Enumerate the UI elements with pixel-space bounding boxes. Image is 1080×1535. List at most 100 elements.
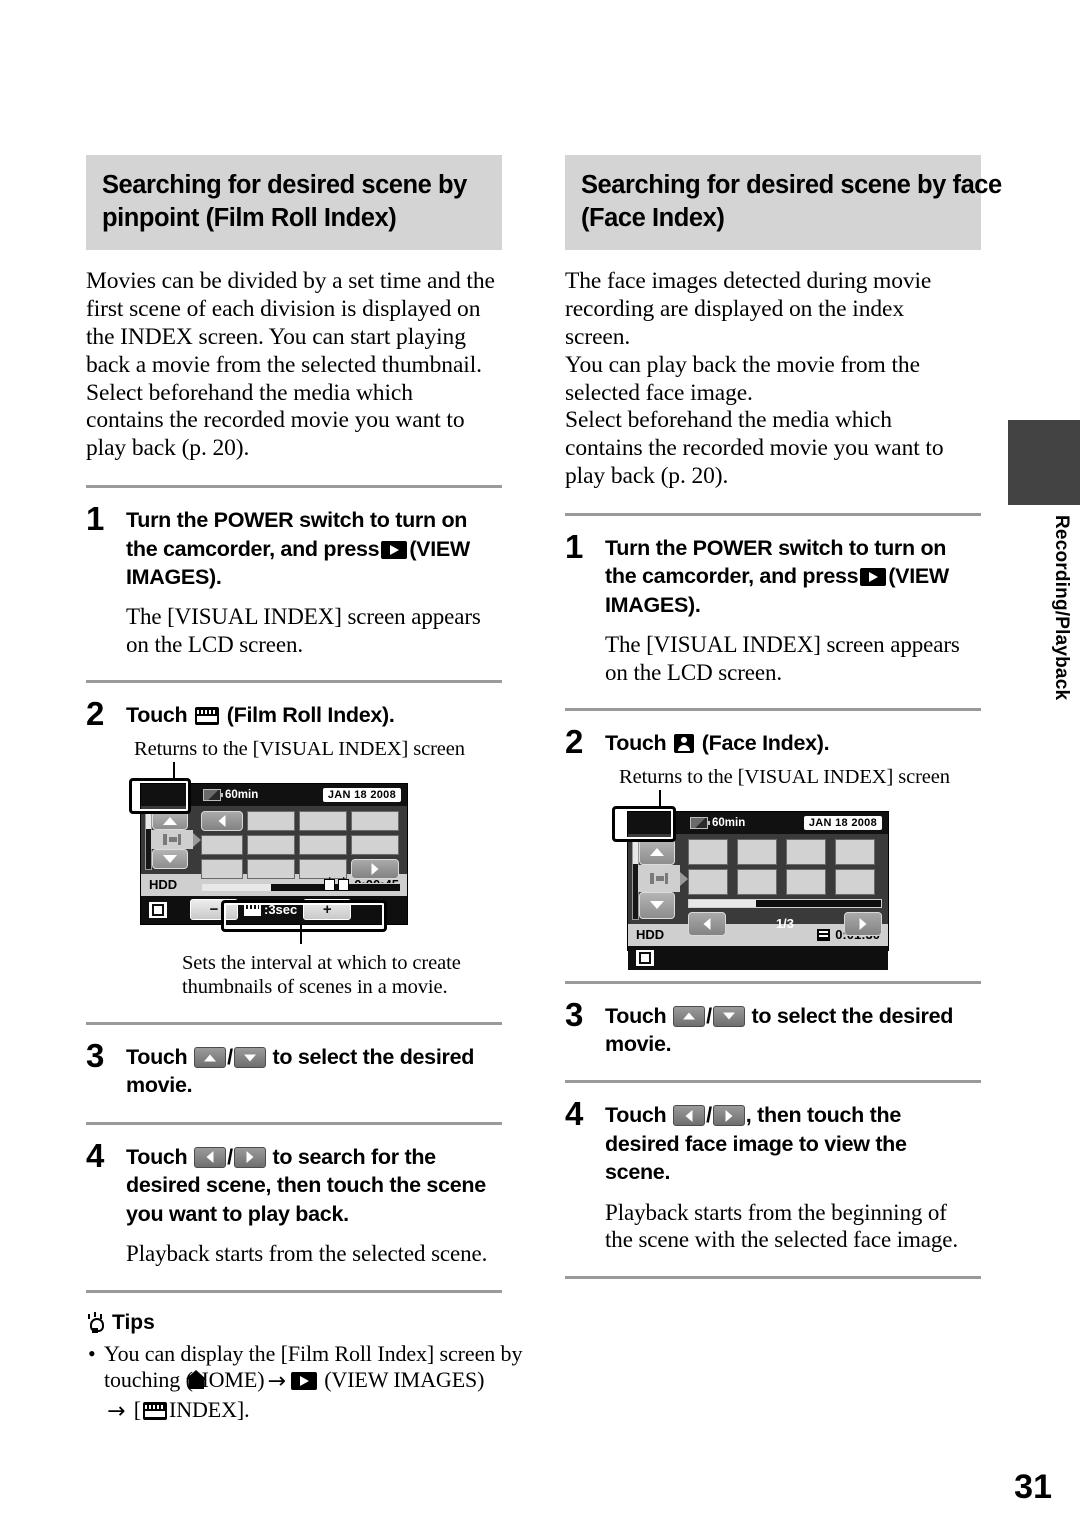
figure-film-roll-lcd: Returns to the [VISUAL INDEX] screen 60m…	[126, 738, 502, 1000]
step-title-text: (VIEW	[409, 536, 470, 561]
face-thumbnail[interactable]	[835, 838, 875, 865]
thumbnail[interactable]	[201, 858, 243, 879]
battery-icon	[203, 788, 223, 801]
step-title-text: , then touch the	[745, 1103, 902, 1128]
separator-rule	[86, 1289, 502, 1293]
step-title-text: to select the desired	[272, 1045, 475, 1070]
face-thumbnail[interactable]	[786, 868, 826, 895]
thumbnail[interactable]	[201, 834, 243, 855]
index-tab-button[interactable]	[638, 865, 680, 892]
thumbnail-row	[201, 810, 401, 831]
intro-line: selected face image.	[565, 379, 753, 406]
tip-text: INDEX].	[168, 1397, 250, 1423]
thumbnail[interactable]	[299, 810, 347, 831]
progress-bar[interactable]	[201, 882, 401, 892]
thumbnail[interactable]	[247, 834, 295, 855]
intro-line: play back (p. 20).	[86, 435, 250, 462]
up-arrow-button-icon	[194, 1047, 227, 1069]
intro-line: play back (p. 20).	[565, 463, 729, 490]
step-title-text: (Face Index).	[701, 731, 830, 756]
step-title: Touch / to select the desired movie.	[126, 1043, 502, 1100]
heading-line-2: pinpoint (Film Roll Index)	[102, 203, 397, 232]
thumbnail[interactable]	[299, 858, 347, 879]
intro-line: contains the recorded movie you want to	[565, 435, 944, 462]
thumbnail[interactable]	[247, 858, 295, 879]
face-thumbnail[interactable]	[688, 868, 728, 895]
step-number: 2	[86, 695, 105, 733]
interval-minus-button[interactable]: −	[190, 899, 238, 921]
face-thumbnail[interactable]	[737, 838, 777, 865]
step-title-sep: /	[706, 1003, 712, 1028]
figure-caption-line: thumbnails of scenes in a movie.	[182, 976, 448, 999]
next-page-button[interactable]	[351, 858, 399, 879]
face-index-icon	[674, 734, 695, 754]
tips-heading: Tips	[86, 1311, 502, 1335]
step-description: Playback starts from the beginning of th…	[605, 1199, 981, 1254]
scroll-up-button[interactable]	[152, 810, 188, 831]
film-roll-index-icon	[195, 707, 220, 726]
battery-time-label: 60min	[225, 788, 259, 801]
intro-line: back a movie from the selected thumbnail…	[86, 351, 482, 378]
step-desc-line: The [VISUAL INDEX] screen appears	[605, 632, 960, 658]
heading-line-1: Searching for desired scene by face	[581, 171, 1002, 199]
battery-time-label: 60min	[712, 816, 746, 829]
film-duration-icon	[817, 928, 831, 941]
step-title-text: the camcorder, and press	[126, 536, 380, 561]
face-thumbnail[interactable]	[835, 868, 875, 895]
right-arrow-button-icon	[712, 1105, 745, 1127]
step-1: 1 Turn the POWER switch to turn on the c…	[86, 502, 502, 658]
separator-rule	[86, 1121, 502, 1125]
lcd-status-top: 60min JAN 18 2008	[141, 783, 407, 806]
index-tab-button[interactable]	[151, 830, 193, 850]
intro-paragraph: Movies can be divided by a set time and …	[86, 268, 502, 463]
step-description: The [VISUAL INDEX] screen appears on the…	[126, 603, 502, 658]
thumbnail[interactable]	[351, 834, 399, 855]
film-mode-icon[interactable]	[636, 949, 654, 966]
face-thumbnail[interactable]	[786, 838, 826, 865]
step-description: The [VISUAL INDEX] screen appears on the…	[605, 631, 981, 686]
date-chip: JAN 18 2008	[322, 787, 401, 802]
view-images-icon	[290, 1372, 317, 1391]
face-thumbnail-grid: 1/3	[686, 834, 888, 936]
progress-bar[interactable]	[688, 898, 882, 908]
step-title-line: the camcorder, and press (VIEW	[126, 535, 502, 563]
heading-line-1: Searching for desired scene by	[102, 171, 467, 199]
thumbnail[interactable]	[247, 810, 295, 831]
next-page-button[interactable]	[843, 911, 882, 936]
up-arrow-button-icon	[673, 1005, 706, 1027]
interval-film-icon	[244, 903, 261, 917]
step-title-line: Touch / to select the desired	[126, 1043, 502, 1071]
arrow-right-icon: →	[267, 1369, 286, 1395]
step-title-text: Touch	[126, 703, 188, 728]
prev-page-button[interactable]	[201, 810, 243, 831]
heading-line-2: (Face Index)	[581, 203, 725, 232]
interval-plus-button[interactable]: +	[303, 899, 352, 921]
face-thumbnail[interactable]	[737, 868, 777, 895]
step-1: 1 Turn the POWER switch to turn on the c…	[565, 530, 981, 686]
film-mode-icon[interactable]	[149, 901, 167, 918]
step-description: Playback starts from the selected scene.	[126, 1240, 502, 1268]
step-title-text: (Film Roll Index).	[226, 703, 395, 728]
prev-page-button[interactable]	[688, 911, 726, 936]
face-thumbnail[interactable]	[688, 838, 728, 865]
thumbnail[interactable]	[351, 810, 399, 831]
step-title-text: Touch	[126, 1144, 188, 1169]
scroll-down-button[interactable]	[152, 849, 188, 869]
tips-section: Tips • You can display the [Film Roll In…	[86, 1311, 522, 1426]
separator-rule	[565, 708, 981, 712]
step-2: 2 Touch (Face Index). Returns to the [VI…	[565, 725, 981, 970]
step-title-line: IMAGES).	[605, 592, 701, 617]
step-title: Turn the POWER switch to turn on the cam…	[126, 506, 502, 591]
thumbnail[interactable]	[299, 834, 347, 855]
intro-line: first scene of each division is displaye…	[86, 296, 481, 323]
step-desc-line: Playback starts from the selected scene.	[126, 1240, 488, 1266]
intro-paragraph: The face images detected during movie re…	[565, 268, 981, 491]
step-title-line: Turn the POWER switch to turn on	[605, 536, 947, 560]
separator-rule	[86, 680, 502, 684]
scroll-up-button[interactable]	[639, 838, 675, 866]
date-chip: JAN 18 2008	[803, 815, 882, 830]
scroll-down-button[interactable]	[639, 891, 675, 919]
down-arrow-button-icon	[712, 1005, 745, 1027]
media-label: HDD	[149, 877, 178, 893]
step-desc-line: on the LCD screen.	[605, 659, 783, 685]
